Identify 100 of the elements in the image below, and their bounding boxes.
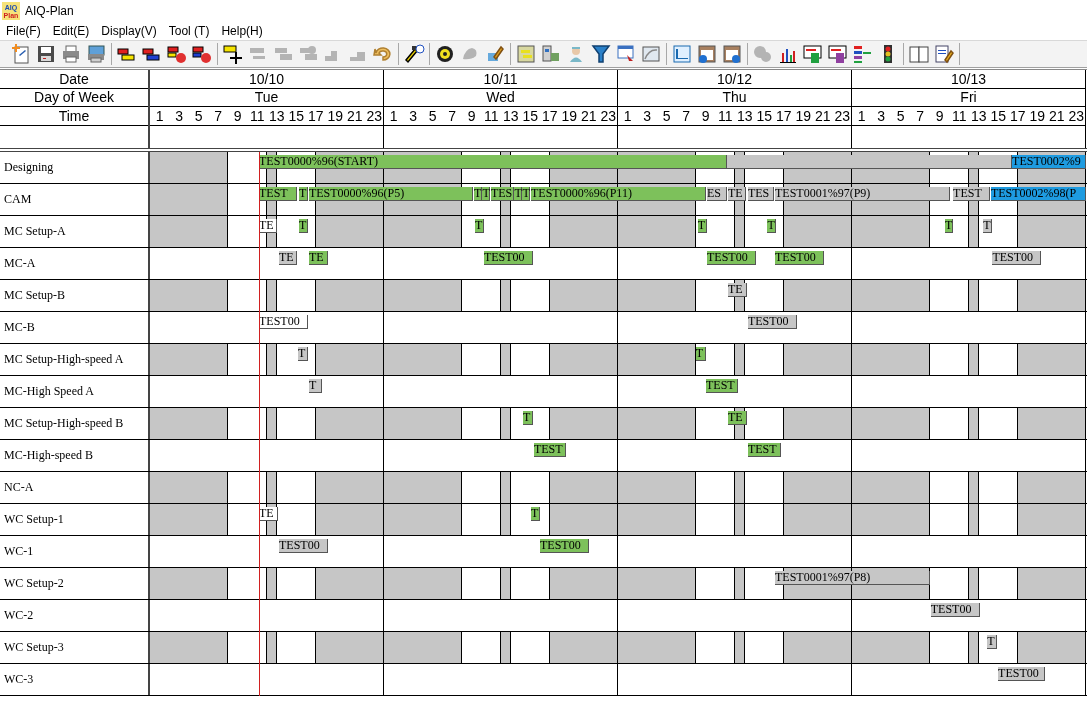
task-bar[interactable]: TEST [747, 443, 781, 457]
task-bar[interactable]: TEST [706, 379, 739, 393]
hour-label: 7 [682, 107, 691, 125]
task-bar[interactable]: T [474, 219, 484, 233]
calendar-forward-icon[interactable] [721, 43, 743, 65]
task-bar[interactable]: TE [727, 283, 747, 297]
task-bar[interactable]: TES [490, 187, 514, 201]
calendar-back-icon[interactable] [696, 43, 718, 65]
menu-item[interactable]: Tool (T) [162, 23, 216, 38]
table-icon[interactable] [802, 43, 824, 65]
task-bar[interactable]: T [308, 379, 322, 393]
table-icon[interactable] [827, 43, 849, 65]
hour-label: 11 [952, 107, 967, 125]
task-bar[interactable]: TEST00 [774, 251, 824, 265]
task-bar[interactable]: TEST [533, 443, 566, 457]
hour-label: 13 [736, 107, 753, 125]
task-bar[interactable]: TES [747, 187, 774, 201]
task-bar[interactable]: ES [707, 187, 727, 201]
resource-label: MC-B [0, 312, 150, 343]
task-bar[interactable]: TEST00 [259, 315, 308, 329]
hour-label: 11 [250, 107, 265, 125]
day-of-week-header: Day of Week [0, 89, 148, 107]
hour-label: 15 [522, 107, 539, 125]
save-icon[interactable] [35, 43, 57, 65]
task-bar[interactable]: TEST0000%96(P5) [308, 187, 473, 201]
task-bar[interactable]: TEST0002%98(P [990, 187, 1086, 201]
chart-window-icon[interactable] [515, 43, 537, 65]
hour-label: 23 [600, 107, 617, 125]
task-bar[interactable]: TE [727, 411, 747, 425]
machine-icon[interactable] [540, 43, 562, 65]
curve-window-icon[interactable] [640, 43, 662, 65]
hammer-clock-icon[interactable] [403, 43, 425, 65]
resource-label: MC-High Speed A [0, 376, 150, 407]
new-document-icon[interactable] [10, 43, 32, 65]
resource-label: MC-A [0, 248, 150, 279]
task-bar[interactable]: T [983, 219, 993, 233]
menu-item[interactable]: File(F) [0, 23, 47, 38]
hour-label: 7 [916, 107, 925, 125]
task-bar[interactable]: TEST0000%96(START) [259, 155, 727, 169]
task-bar[interactable]: TEST0001%97(P9) [774, 187, 950, 201]
resource-label: WC-2 [0, 600, 150, 631]
task-bar[interactable]: TEST [953, 187, 990, 201]
hour-label: 21 [580, 107, 597, 125]
hour-label: 17 [775, 107, 792, 125]
task-bar[interactable]: TEST0000%96(P11) [531, 187, 706, 201]
weekday-label: Thu [618, 89, 851, 107]
menu-item[interactable]: Edit(E) [46, 23, 96, 38]
task-bar[interactable]: TEST00 [540, 539, 590, 553]
task-bar[interactable]: T [522, 411, 533, 425]
bars-refresh-icon[interactable] [191, 43, 213, 65]
task-bar[interactable]: T [474, 187, 482, 201]
task-bar[interactable]: TE [279, 251, 297, 265]
date-label: 10/11 [384, 70, 617, 89]
hour-label: 23 [834, 107, 851, 125]
film-reel-icon[interactable] [434, 43, 456, 65]
hour-label: 1 [623, 107, 632, 125]
task-bar[interactable]: T [531, 507, 540, 521]
add-bar-icon[interactable] [222, 43, 244, 65]
task-bar[interactable]: T [298, 219, 308, 233]
task-bar[interactable] [727, 155, 1013, 169]
window-icon[interactable] [671, 43, 693, 65]
menu-item[interactable]: Help(H) [215, 23, 269, 38]
hour-label: 21 [1048, 107, 1065, 125]
menu-item[interactable]: Display(V) [95, 23, 163, 38]
task-bar[interactable]: TEST00 [992, 251, 1042, 265]
hour-label: 9 [701, 107, 710, 125]
hour-label: 23 [366, 107, 383, 125]
hour-label: 1 [155, 107, 164, 125]
tree-icon[interactable] [852, 43, 874, 65]
task-bar[interactable]: TEST00 [707, 251, 756, 265]
task-bar[interactable]: TEST00 [279, 539, 328, 553]
task-bar[interactable]: TEST0002%9 [1012, 155, 1086, 169]
task-bar[interactable]: TEST00 [998, 667, 1046, 681]
task-bar[interactable]: T [767, 219, 777, 233]
hour-label: 15 [756, 107, 773, 125]
task-bar[interactable]: T [944, 219, 954, 233]
task-bar[interactable]: TEST00 [483, 251, 533, 265]
task-bar[interactable]: T [695, 347, 706, 361]
task-bar[interactable]: T [298, 347, 308, 361]
task-bar[interactable]: TEST0001%97(P8) [774, 571, 930, 585]
filter-icon[interactable] [590, 43, 612, 65]
task-bar[interactable]: TE [727, 187, 746, 201]
task-bar[interactable]: T [298, 187, 308, 201]
task-bar[interactable]: TE [308, 251, 328, 265]
hour-label: 9 [467, 107, 476, 125]
document-pen-icon[interactable] [933, 43, 955, 65]
task-bar[interactable]: T [987, 635, 998, 649]
hour-label: 5 [662, 107, 671, 125]
task-bar[interactable]: T [697, 219, 707, 233]
hour-label: 23 [1068, 107, 1085, 125]
print-icon[interactable] [60, 43, 82, 65]
resource-label: WC-3 [0, 664, 150, 695]
date-label: 10/13 [852, 70, 1085, 89]
book-icon[interactable] [908, 43, 930, 65]
task-bar[interactable]: TEST00 [930, 603, 980, 617]
resource-label: MC-High-speed B [0, 440, 150, 471]
print-preview-icon[interactable] [85, 43, 107, 65]
task-bar[interactable]: TEST [259, 187, 297, 201]
task-bar[interactable]: TEST00 [747, 315, 797, 329]
bars-refresh-icon[interactable] [166, 43, 188, 65]
